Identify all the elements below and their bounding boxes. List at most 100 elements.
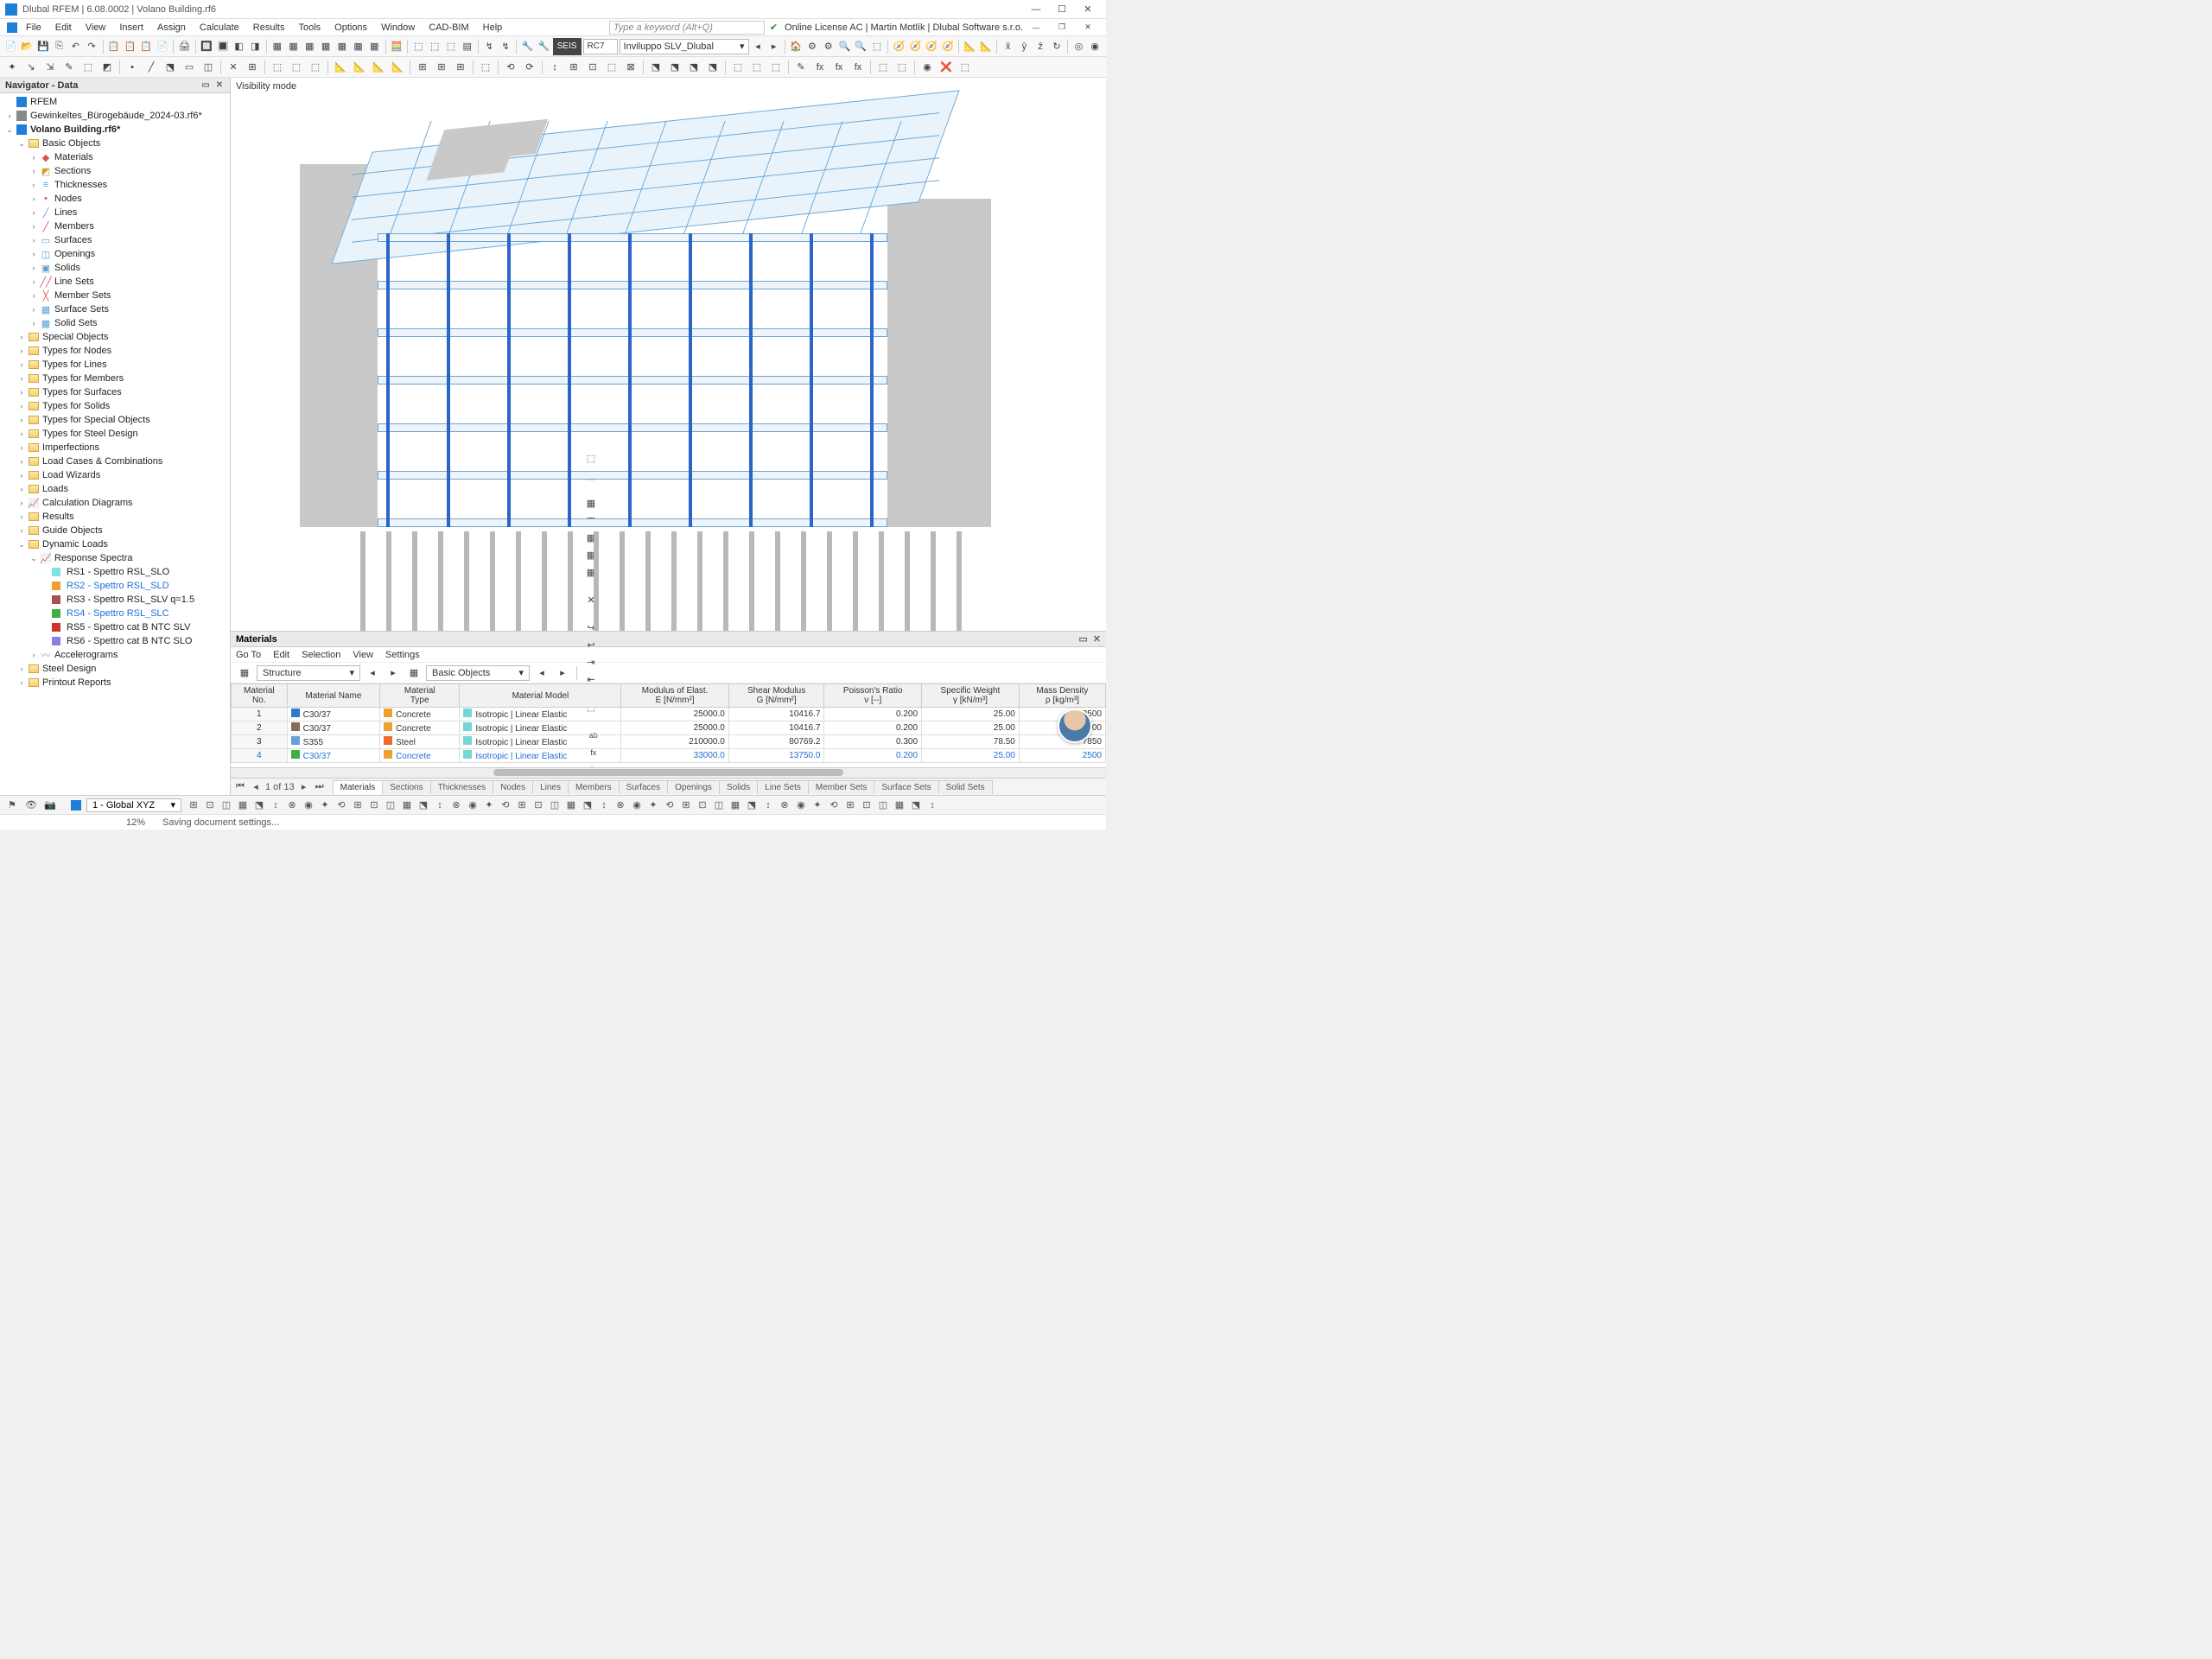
- tb1-btn-1[interactable]: 📂: [20, 38, 35, 55]
- tree-item[interactable]: ›◫Openings: [0, 247, 230, 261]
- tb2-btn-17[interactable]: ⬚: [288, 59, 305, 76]
- tab-solids[interactable]: Solids: [719, 780, 758, 794]
- tb2-btn-35[interactable]: ⊞: [565, 59, 582, 76]
- tree-item[interactable]: ›▩Solid Sets: [0, 316, 230, 330]
- pager-next-button[interactable]: ▸: [298, 781, 310, 792]
- tb1-btn-37[interactable]: 🔧: [520, 38, 535, 55]
- tb1b-btn-4[interactable]: ⚙: [805, 38, 820, 55]
- tb2-btn-36[interactable]: ⊡: [584, 59, 601, 76]
- tb1-btn-14[interactable]: 🔲: [200, 38, 214, 55]
- tb1b-btn-16[interactable]: 📐: [979, 38, 994, 55]
- camera-icon[interactable]: 📷: [43, 798, 57, 812]
- navigator-close-button[interactable]: ✕: [214, 80, 225, 91]
- sb-icon-1[interactable]: ⊡: [203, 798, 217, 812]
- tb1-btn-27[interactable]: 🧮: [390, 38, 404, 55]
- tb2-btn-2[interactable]: ⇲: [41, 59, 59, 76]
- tb1-btn-8[interactable]: 📋: [123, 38, 137, 55]
- tb2-btn-8[interactable]: ╱: [143, 59, 160, 76]
- tb1b-btn-5[interactable]: ⚙: [821, 38, 836, 55]
- materials-table[interactable]: MaterialNo.Material NameMaterialTypeMate…: [231, 683, 1106, 767]
- load-combo[interactable]: Inviluppo SLV_Dlubal▾: [620, 39, 749, 54]
- tree-item[interactable]: ›📈Calculation Diagrams: [0, 496, 230, 510]
- mp-menu-edit[interactable]: Edit: [273, 650, 289, 660]
- sb-icon-5[interactable]: ↕: [269, 798, 283, 812]
- eye-icon[interactable]: 👁: [24, 798, 38, 812]
- tab-nodes[interactable]: Nodes: [493, 780, 533, 794]
- mp-menu-go to[interactable]: Go To: [236, 650, 261, 660]
- tb2-btn-41[interactable]: ⬔: [666, 59, 683, 76]
- tree-item[interactable]: ›•Nodes: [0, 192, 230, 206]
- table-row[interactable]: 4C30/37ConcreteIsotropic | Linear Elasti…: [232, 749, 1106, 763]
- sb-icon-39[interactable]: ⟲: [827, 798, 841, 812]
- menu-file[interactable]: File: [19, 21, 48, 35]
- tree-item[interactable]: ›◩Sections: [0, 164, 230, 178]
- tree-item[interactable]: ›Guide Objects: [0, 524, 230, 537]
- tb1-btn-15[interactable]: 🔳: [215, 38, 230, 55]
- tb1b-btn-6[interactable]: 🔍: [837, 38, 852, 55]
- tb1b-btn-7[interactable]: 🔍: [854, 38, 868, 55]
- sb-icon-27[interactable]: ◉: [630, 798, 644, 812]
- tb2-btn-10[interactable]: ▭: [181, 59, 198, 76]
- tb1-btn-19[interactable]: ▦: [270, 38, 285, 55]
- tree-item[interactable]: ›Load Cases & Combinations: [0, 454, 230, 468]
- tree-item[interactable]: ›◆Materials: [0, 150, 230, 164]
- sb-icon-35[interactable]: ↕: [761, 798, 775, 812]
- tree-item[interactable]: ›Imperfections: [0, 441, 230, 454]
- tb1b-btn-11[interactable]: 🧭: [908, 38, 923, 55]
- tb2-btn-55[interactable]: ⬚: [893, 59, 911, 76]
- tb1-btn-7[interactable]: 📋: [106, 38, 121, 55]
- coord-system-combo[interactable]: 1 - Global XYZ▾: [86, 798, 181, 812]
- sb-icon-19[interactable]: ⟲: [499, 798, 512, 812]
- tb2-btn-5[interactable]: ◩: [99, 59, 116, 76]
- sb-icon-12[interactable]: ◫: [384, 798, 397, 812]
- tb2-btn-16[interactable]: ⬚: [269, 59, 286, 76]
- tb2-btn-40[interactable]: ⬔: [647, 59, 664, 76]
- tab-surfaces[interactable]: Surfaces: [619, 780, 668, 794]
- navigator-tree[interactable]: RFEM›Gewinkeltes_Bürogebäude_2024-03.rf6…: [0, 93, 230, 795]
- tb2-btn-50[interactable]: fx: [811, 59, 829, 76]
- mp-menu-view[interactable]: View: [353, 650, 373, 660]
- structure-combo[interactable]: Structure▾: [257, 665, 360, 681]
- tb1-btn-32[interactable]: ▤: [460, 38, 474, 55]
- tb2-btn-27[interactable]: ⊞: [452, 59, 469, 76]
- tb1b-btn-18[interactable]: x̂: [1001, 38, 1015, 55]
- sb-icon-18[interactable]: ✦: [482, 798, 496, 812]
- tree-item[interactable]: ›Types for Nodes: [0, 344, 230, 358]
- sb-icon-7[interactable]: ◉: [302, 798, 315, 812]
- tb2-btn-59[interactable]: ⬚: [957, 59, 974, 76]
- tb2-btn-43[interactable]: ⬔: [704, 59, 721, 76]
- tb2-btn-52[interactable]: fx: [849, 59, 867, 76]
- tree-item[interactable]: ›Load Wizards: [0, 468, 230, 482]
- tree-item[interactable]: ⌄Volano Building.rf6*: [0, 123, 230, 137]
- tree-item[interactable]: ⌄📈Response Spectra: [0, 551, 230, 565]
- tb2-btn-20[interactable]: 📐: [332, 59, 349, 76]
- status-icon[interactable]: ⚑: [5, 798, 19, 812]
- menu-options[interactable]: Options: [327, 21, 374, 35]
- mdi-restore-button[interactable]: ❐: [1049, 19, 1075, 36]
- keyword-search-input[interactable]: Type a keyword (Alt+Q): [609, 21, 765, 35]
- tree-item[interactable]: RS2 - Spettro RSL_SLD: [0, 579, 230, 593]
- tb1b-btn-19[interactable]: ŷ: [1017, 38, 1032, 55]
- tree-item[interactable]: RFEM: [0, 95, 230, 109]
- sb-icon-24[interactable]: ⬔: [581, 798, 594, 812]
- sb-icon-33[interactable]: ▦: [728, 798, 742, 812]
- tb1b-btn-3[interactable]: 🏠: [789, 38, 804, 55]
- tree-item[interactable]: ›Printout Reports: [0, 676, 230, 690]
- rc-combo[interactable]: RC7: [583, 39, 618, 54]
- sb-icon-16[interactable]: ⊗: [449, 798, 463, 812]
- tab-lines[interactable]: Lines: [532, 780, 569, 794]
- tree-item[interactable]: ⌄Dynamic Loads: [0, 537, 230, 551]
- sb-icon-0[interactable]: ⊞: [187, 798, 200, 812]
- tb1-btn-16[interactable]: ◧: [232, 38, 246, 55]
- tb1-btn-25[interactable]: ▦: [367, 38, 382, 55]
- sb-icon-11[interactable]: ⊡: [367, 798, 381, 812]
- tb1-btn-9[interactable]: 📋: [139, 38, 154, 55]
- tree-item[interactable]: ›╱╱Line Sets: [0, 275, 230, 289]
- tab-member-sets[interactable]: Member Sets: [808, 780, 874, 794]
- pager-last-button[interactable]: ⏭: [314, 781, 326, 792]
- tree-item[interactable]: RS6 - Spettro cat B NTC SLO: [0, 634, 230, 648]
- navigator-float-button[interactable]: ▭: [200, 80, 211, 91]
- sb-icon-20[interactable]: ⊞: [515, 798, 529, 812]
- tree-item[interactable]: ⌄Basic Objects: [0, 137, 230, 150]
- menu-results[interactable]: Results: [246, 21, 292, 35]
